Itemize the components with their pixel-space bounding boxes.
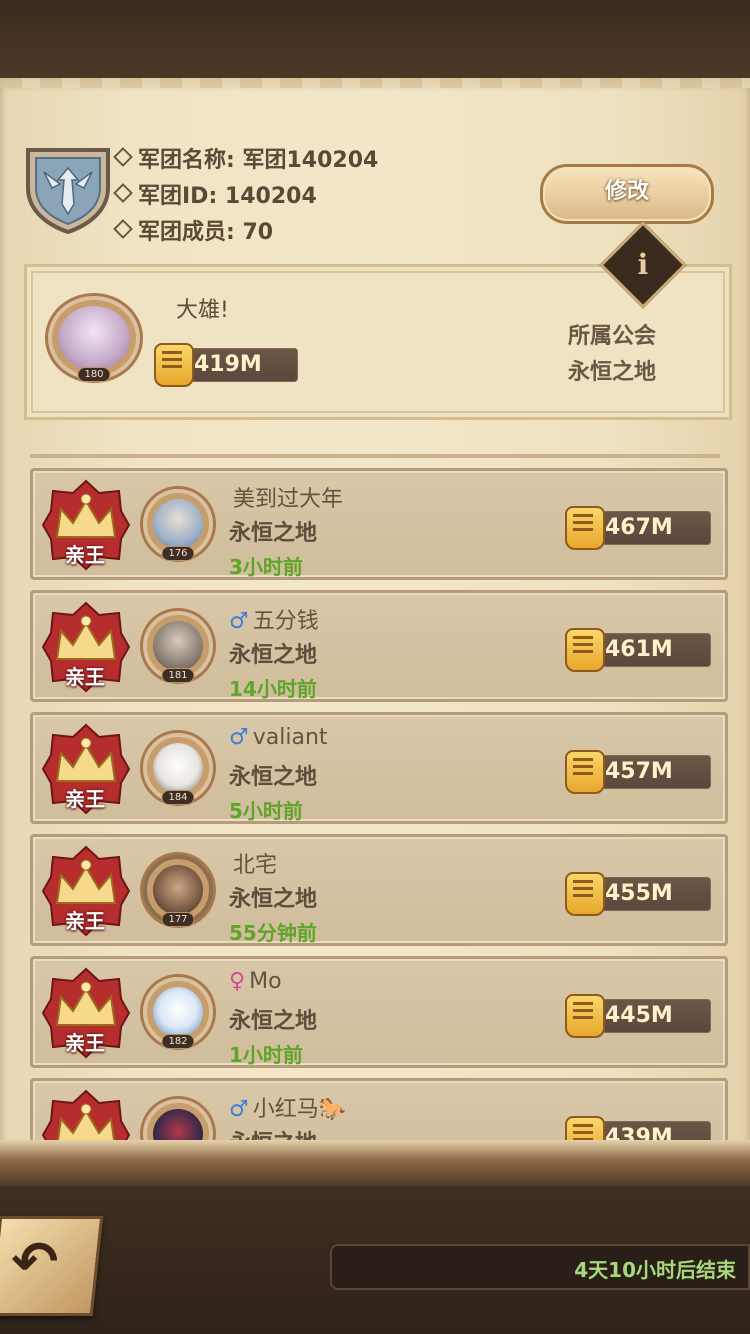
divider	[30, 454, 720, 458]
member-row[interactable]: 亲王 184 ♂ valiant 永恒之地 5小时前 457M	[30, 712, 728, 824]
member-name: ♂ 小红马🐎	[229, 1097, 347, 1122]
level-badge: 177	[161, 912, 195, 927]
rank-label: 亲王	[65, 665, 105, 689]
top-bar	[0, 0, 750, 80]
leader-name: 大雄!	[176, 298, 229, 323]
diamond-bullet-icon	[113, 147, 133, 167]
leader-power: 419M	[154, 343, 298, 387]
member-name: ♀ Mo	[229, 969, 282, 994]
crown-rank-icon	[41, 1089, 131, 1146]
member-avatar[interactable]	[143, 1099, 213, 1146]
timer-text: 4天10小时后结束	[574, 1258, 736, 1282]
diamond-bullet-icon	[113, 219, 133, 239]
level-badge: 180	[77, 367, 111, 382]
member-power: 445M	[565, 994, 711, 1038]
member-row[interactable]: 亲王 177 北宅 永恒之地 55分钟前 455M	[30, 834, 728, 946]
level-badge: 181	[161, 668, 195, 683]
member-power: 467M	[565, 506, 711, 550]
diamond-bullet-icon	[113, 183, 133, 203]
member-last-online: 55分钟前	[229, 921, 317, 945]
male-icon: ♂	[229, 725, 249, 750]
leader-avatar[interactable]: 180	[48, 296, 140, 382]
member-avatar[interactable]: 176	[143, 489, 213, 561]
member-name: 北宅	[233, 853, 278, 878]
male-icon: ♂	[229, 1097, 249, 1122]
level-badge: 176	[161, 546, 195, 561]
member-guild: 永恒之地	[229, 1009, 318, 1034]
rank-label: 亲王	[65, 543, 105, 567]
back-button[interactable]: ↶	[0, 1216, 104, 1316]
member-power: 457M	[565, 750, 711, 794]
fist-power-icon	[565, 628, 605, 672]
member-power: 455M	[565, 872, 711, 916]
member-name: ♂ valiant	[229, 725, 328, 750]
fist-power-icon	[565, 872, 605, 916]
rank-label: 亲王	[65, 909, 105, 933]
parchment-bottom-edge	[0, 1140, 750, 1190]
member-list[interactable]: 亲王 176 美到过大年 永恒之地 3小时前 467M 亲王 181 ♂ 五分钱 …	[0, 460, 750, 1146]
event-timer: 4天10小时后结束	[330, 1244, 750, 1290]
member-guild: 永恒之地	[229, 521, 318, 546]
legion-members: 军团成员: 70	[113, 214, 273, 246]
member-guild: 永恒之地	[229, 765, 318, 790]
legion-name: 军团名称: 军团140204	[113, 142, 378, 174]
legion-emblem-icon	[26, 148, 110, 234]
member-last-online: 3小时前	[229, 555, 303, 579]
member-name: 美到过大年	[233, 487, 344, 512]
member-name: ♂ 五分钱	[229, 609, 319, 634]
member-guild: 永恒之地	[229, 643, 318, 668]
male-icon: ♂	[229, 609, 249, 634]
parchment-top-edge	[0, 78, 750, 88]
female-icon: ♀	[229, 969, 246, 994]
level-badge: 182	[161, 1034, 195, 1049]
back-arrow-icon: ↶	[11, 1230, 59, 1295]
level-badge: 184	[161, 790, 195, 805]
member-last-online: 14小时前	[229, 677, 317, 701]
fist-power-icon	[565, 506, 605, 550]
member-avatar[interactable]: 184	[143, 733, 213, 805]
fist-power-icon	[565, 750, 605, 794]
member-last-online: 5小时前	[229, 799, 303, 823]
edit-button[interactable]: 修改	[540, 164, 714, 224]
member-avatar[interactable]: 182	[143, 977, 213, 1049]
member-row[interactable]: 亲王 176 美到过大年 永恒之地 3小时前 467M	[30, 468, 728, 580]
member-power: 461M	[565, 628, 711, 672]
fist-power-icon	[565, 994, 605, 1038]
member-row[interactable]: ♂ 小红马🐎 永恒之地 439M	[30, 1078, 728, 1146]
rank-label: 亲王	[65, 787, 105, 811]
guild-name: 永恒之地	[567, 360, 656, 385]
rank-label: 亲王	[65, 1031, 105, 1055]
member-last-online: 1小时前	[229, 1043, 303, 1067]
fist-power-icon	[154, 343, 194, 387]
guild-label: 所属公会	[567, 324, 656, 349]
member-row[interactable]: 亲王 182 ♀ Mo 永恒之地 1小时前 445M	[30, 956, 728, 1068]
legion-id: 军团ID: 140204	[113, 178, 317, 210]
member-avatar[interactable]: 181	[143, 611, 213, 683]
member-avatar[interactable]: 177	[143, 855, 213, 927]
member-guild: 永恒之地	[229, 887, 318, 912]
member-row[interactable]: 亲王 181 ♂ 五分钱 永恒之地 14小时前 461M	[30, 590, 728, 702]
